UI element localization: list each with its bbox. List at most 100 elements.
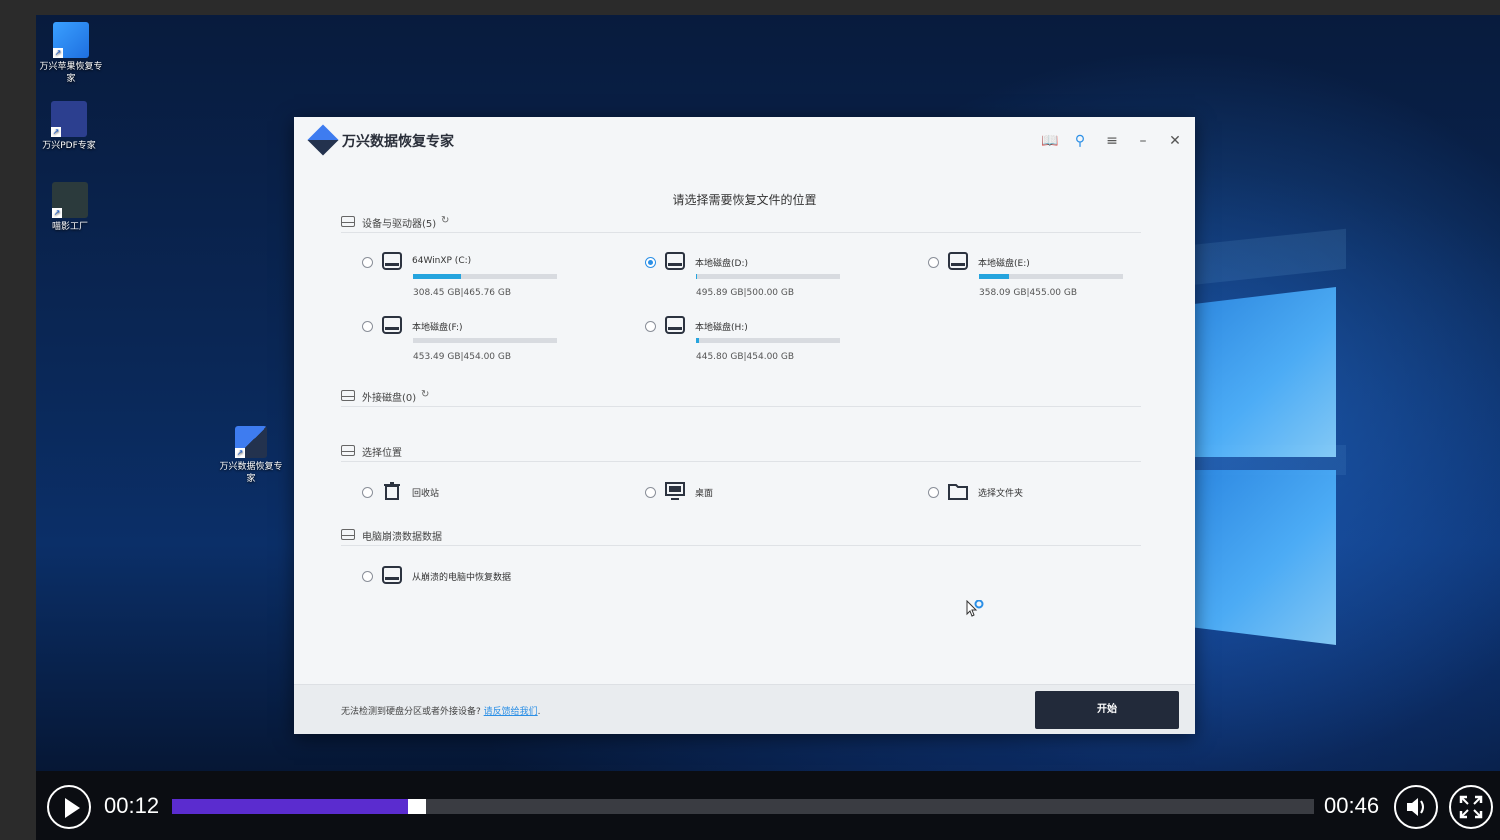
page-heading: 请选择需要恢复文件的位置 (672, 193, 817, 207)
drive-h[interactable]: 本地磁盘(H:) 445.80 GB|454.00 GB (645, 316, 845, 366)
progress-played (172, 799, 408, 814)
shortcut-arrow-icon: ↗ (51, 127, 61, 137)
progress-track[interactable] (172, 799, 1314, 814)
drive-usage-bar (696, 338, 840, 343)
desktop-icon-pdf[interactable]: ↗ 万兴PDF专家 (36, 101, 104, 152)
drive-radio-selected[interactable] (645, 257, 656, 268)
desktop-icon-label: 万兴数据恢复专家 (219, 462, 283, 484)
crash-option-label: 从崩溃的电脑中恢复数据 (412, 573, 512, 583)
minimize-icon[interactable]: – (1133, 131, 1153, 151)
drive-name: 64WinXP (C:) (412, 256, 472, 266)
drive-size: 308.45 GB|465.76 GB (413, 288, 512, 298)
drive-size: 445.80 GB|454.00 GB (696, 352, 795, 362)
drive-usage-bar (979, 274, 1123, 279)
key-icon[interactable]: ⚲ (1070, 131, 1090, 151)
section-crash: 电脑崩溃数据数据 (341, 526, 1141, 546)
volume-icon[interactable] (1394, 785, 1438, 829)
video-player-controls: 00:12 00:46 (36, 771, 1500, 840)
data-recovery-app-icon: ↗ (235, 426, 267, 458)
location-label: 回收站 (412, 489, 440, 499)
drive-usage-bar (413, 338, 557, 343)
drive-f[interactable]: 本地磁盘(F:) 453.49 GB|454.00 GB (362, 316, 562, 366)
location-radio[interactable] (362, 487, 373, 498)
menu-icon[interactable]: ≡ (1102, 131, 1122, 151)
drive-e[interactable]: 本地磁盘(E:) 358.09 GB|455.00 GB (928, 252, 1128, 302)
video-editor-app-icon: ↗ (52, 182, 88, 218)
app-logo-icon (307, 124, 339, 156)
drive-section-icon (341, 390, 355, 401)
drive-radio[interactable] (928, 257, 939, 268)
drive-c[interactable]: 64WinXP (C:) 308.45 GB|465.76 GB (362, 252, 562, 302)
desktop-icon-video-editor[interactable]: ↗ 喵影工厂 (36, 182, 105, 233)
start-button[interactable]: 开始 (1035, 691, 1179, 729)
app-title-bar: 万兴数据恢复专家 📖 ⚲ ≡ – ✕ (294, 117, 1195, 165)
disk-icon (382, 566, 402, 584)
apple-recovery-app-icon: ↗ (53, 22, 89, 58)
section-label: 电脑崩溃数据数据 (362, 532, 442, 543)
drive-size: 495.89 GB|500.00 GB (696, 288, 795, 298)
section-location: 选择位置 (341, 442, 1141, 462)
desktop-icon-label: 万兴苹果恢复专家 (39, 62, 103, 84)
feedback-link[interactable]: 请反馈给我们 (484, 707, 538, 717)
drive-name: 本地磁盘(F:) (412, 323, 463, 333)
book-icon[interactable]: 📖 (1040, 131, 1060, 151)
windows-logo-pane (1194, 287, 1336, 457)
drive-name: 本地磁盘(D:) (695, 259, 748, 269)
desktop-icon (665, 482, 685, 500)
desktop-icon-label: 万兴PDF专家 (42, 141, 96, 151)
current-time: 00:12 (104, 793, 160, 818)
pdf-app-icon: ↗ (51, 101, 87, 137)
location-radio[interactable] (645, 487, 656, 498)
fullscreen-icon[interactable] (1449, 785, 1493, 829)
drive-section-icon (341, 216, 355, 227)
footer-link-suffix: . (537, 707, 541, 717)
section-external: 外接磁盘(0) ↻ (341, 387, 1141, 407)
location-radio[interactable] (928, 487, 939, 498)
folder-icon (948, 484, 968, 500)
app-footer: 无法检测到硬盘分区或者外接设备? 请反馈给我们. 开始 (294, 684, 1195, 734)
progress-handle[interactable] (408, 799, 426, 814)
app-title: 万兴数据恢复专家 (342, 134, 454, 150)
drive-usage-bar (696, 274, 840, 279)
drive-size: 453.49 GB|454.00 GB (413, 352, 512, 362)
location-folder[interactable]: 选择文件夹 (928, 482, 1128, 504)
disk-icon (382, 316, 402, 334)
expand-glyph (1459, 795, 1483, 819)
play-icon[interactable] (47, 785, 91, 829)
desktop-icon-label: 喵影工厂 (51, 222, 88, 232)
player-left-bar (0, 15, 36, 840)
drive-usage-fill (979, 274, 1010, 279)
total-time: 00:46 (1324, 793, 1380, 818)
disk-icon (665, 252, 685, 270)
desktop-icon-data-recovery[interactable]: ↗ 万兴数据恢复专家 (217, 426, 285, 485)
speaker-glyph (1407, 798, 1424, 816)
close-icon[interactable]: ✕ (1165, 131, 1185, 151)
drive-usage-fill (696, 338, 699, 343)
section-devices: 设备与驱动器(5) ↻ (341, 213, 1141, 233)
drive-radio[interactable] (362, 321, 373, 332)
disk-icon (382, 252, 402, 270)
desktop-icon-apple-recovery[interactable]: ↗ 万兴苹果恢复专家 (36, 22, 106, 85)
location-recycle-bin[interactable]: 回收站 (362, 482, 562, 504)
refresh-icon[interactable]: ↻ (441, 215, 449, 226)
drive-usage-fill (413, 274, 461, 279)
drive-radio[interactable] (645, 321, 656, 332)
drive-d[interactable]: 本地磁盘(D:) 495.89 GB|500.00 GB (645, 252, 845, 302)
section-label: 设备与驱动器(5) (362, 219, 437, 230)
refresh-icon[interactable]: ↻ (421, 389, 429, 400)
footer-message: 无法检测到硬盘分区或者外接设备? 请反馈给我们. (341, 704, 541, 717)
disk-icon (948, 252, 968, 270)
shortcut-arrow-icon: ↗ (52, 208, 62, 218)
drive-size: 358.09 GB|455.00 GB (979, 288, 1078, 298)
recycle-bin-icon (384, 482, 400, 500)
section-label: 外接磁盘(0) (362, 393, 417, 404)
location-desktop[interactable]: 桌面 (645, 482, 845, 504)
footer-text: 无法检测到硬盘分区或者外接设备? (341, 707, 481, 717)
drive-radio[interactable] (362, 257, 373, 268)
crash-recovery-option[interactable]: 从崩溃的电脑中恢复数据 (362, 566, 562, 588)
player-top-bar (0, 0, 1500, 15)
drive-section-icon (341, 529, 355, 540)
drive-usage-fill (696, 274, 698, 279)
crash-radio[interactable] (362, 571, 373, 582)
location-label: 桌面 (695, 489, 714, 499)
